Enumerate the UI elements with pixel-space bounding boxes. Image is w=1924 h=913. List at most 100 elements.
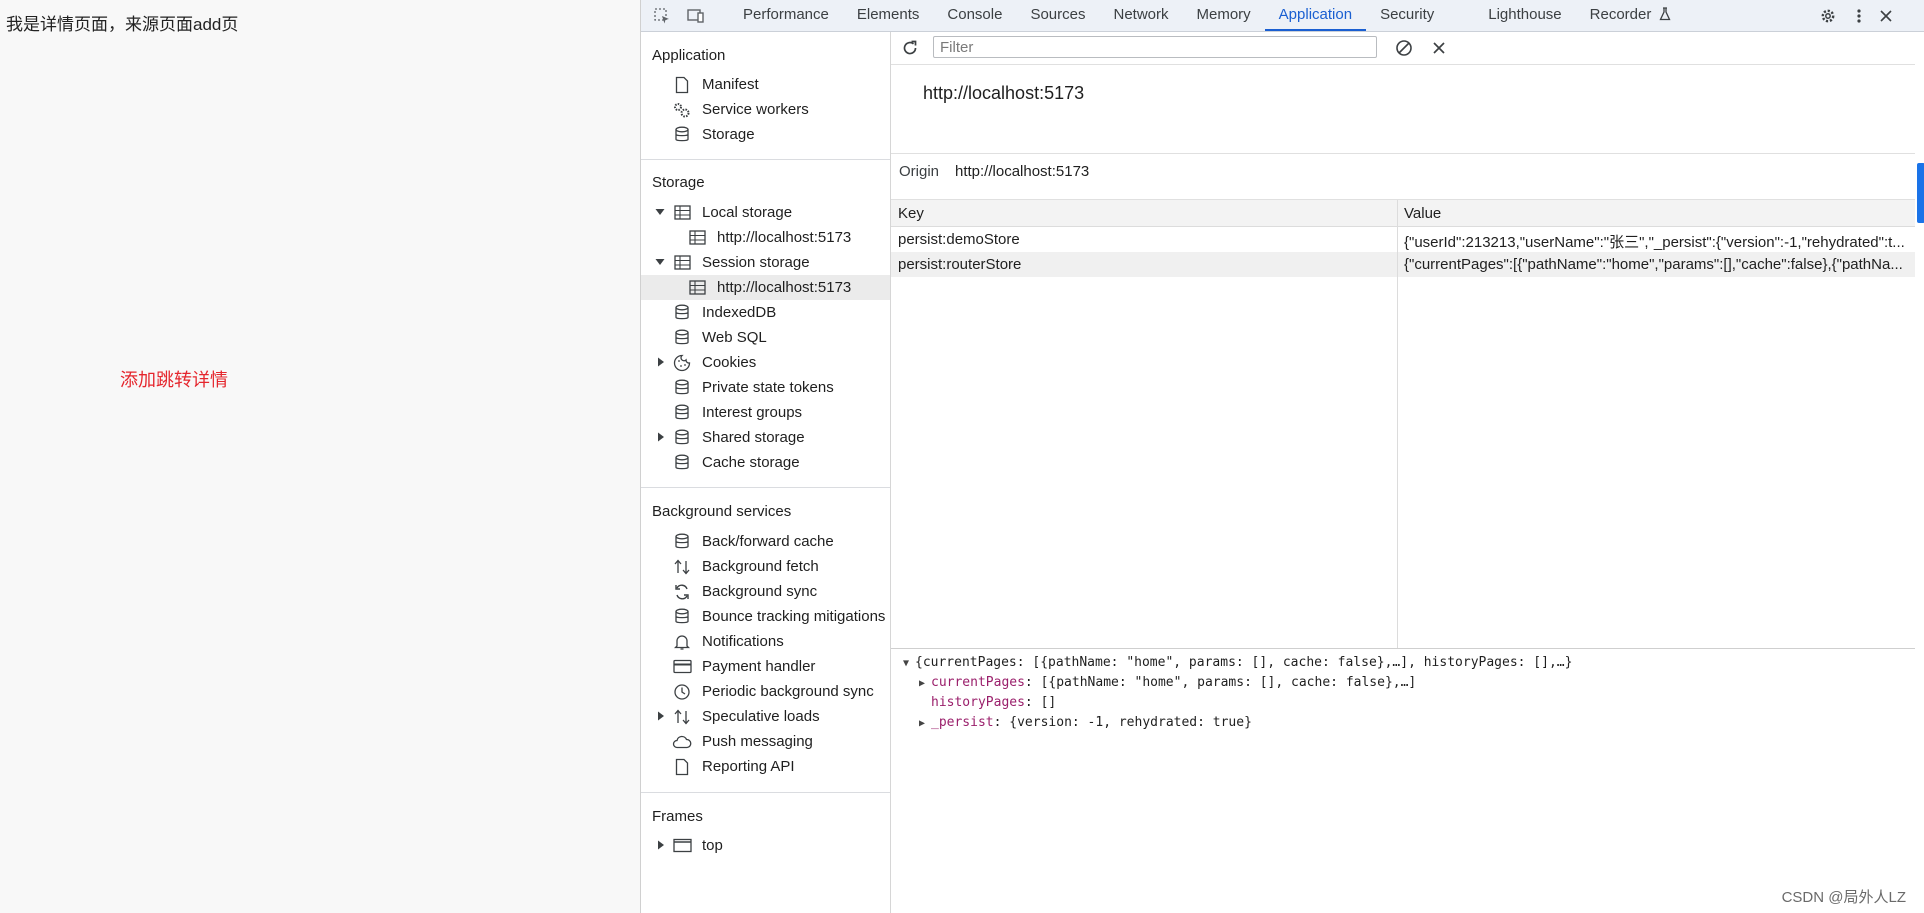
expanded-triangle-icon[interactable]: ▼ bbox=[903, 655, 915, 673]
expanded-arrow-icon[interactable] bbox=[654, 204, 666, 220]
sidebar-item-private-state-tokens[interactable]: Private state tokens bbox=[641, 375, 890, 400]
sidebar-item-session-storage[interactable]: Session storage bbox=[641, 250, 890, 275]
column-header-value[interactable]: Value bbox=[1404, 205, 1441, 222]
sidebar-item-frame-top[interactable]: top bbox=[641, 833, 890, 858]
collapsed-arrow-icon[interactable] bbox=[655, 354, 667, 370]
collapsed-arrow-icon[interactable] bbox=[655, 429, 667, 445]
section-application-title: Application bbox=[652, 47, 726, 64]
table-row[interactable]: persist:routerStore {"currentPages":[{"p… bbox=[891, 252, 1915, 277]
sidebar-item-label: http://localhost:5173 bbox=[717, 279, 852, 296]
sidebar-item-label: Cache storage bbox=[702, 454, 800, 471]
column-divider[interactable] bbox=[1397, 200, 1398, 648]
table-icon bbox=[687, 228, 707, 247]
tab-elements[interactable]: Elements bbox=[843, 0, 934, 31]
sidebar-item-storage[interactable]: Storage bbox=[641, 122, 890, 147]
sidebar-item-indexeddb[interactable]: IndexedDB bbox=[641, 300, 890, 325]
preview-line[interactable]: ▶ _persist: {version: -1, rehydrated: tru… bbox=[919, 714, 1252, 732]
sidebar-item-background-sync[interactable]: Background sync bbox=[641, 579, 890, 604]
sidebar-item-local-storage[interactable]: Local storage bbox=[641, 200, 890, 225]
sidebar-item-label: Bounce tracking mitigations bbox=[702, 608, 886, 625]
tab-recorder[interactable]: Recorder bbox=[1576, 0, 1656, 31]
application-sidebar: Application Manifest Service workers Sto… bbox=[641, 32, 891, 913]
collapsed-arrow-icon[interactable] bbox=[655, 708, 667, 724]
preview-value: [{pathName: "home", params: [], cache: f… bbox=[1040, 675, 1417, 690]
collapsed-triangle-icon[interactable]: ▶ bbox=[919, 675, 931, 693]
tab-memory[interactable]: Memory bbox=[1183, 0, 1265, 31]
sync-icon bbox=[672, 582, 692, 601]
row-value: {"userId":213213,"userName":"张三","_persi… bbox=[1404, 234, 1905, 251]
sidebar-item-local-storage-origin[interactable]: http://localhost:5173 bbox=[641, 225, 890, 250]
tab-security[interactable]: Security bbox=[1366, 0, 1474, 31]
sidebar-item-label: Storage bbox=[702, 126, 755, 143]
sidebar-item-label: IndexedDB bbox=[702, 304, 777, 321]
sidebar-item-speculative-loads[interactable]: Speculative loads bbox=[641, 704, 890, 729]
collapsed-arrow-icon[interactable] bbox=[655, 837, 667, 853]
tab-sources[interactable]: Sources bbox=[1016, 0, 1099, 31]
add-jump-detail-link[interactable]: 添加跳转详情 bbox=[120, 366, 228, 392]
inspect-element-icon[interactable] bbox=[651, 5, 673, 27]
sidebar-item-label: Periodic background sync bbox=[702, 683, 874, 700]
sidebar-item-label: Manifest bbox=[702, 76, 759, 93]
sidebar-item-periodic-background-sync[interactable]: Periodic background sync bbox=[641, 679, 890, 704]
origin-header bbox=[891, 65, 1915, 154]
preview-key: currentPages bbox=[931, 675, 1025, 690]
tab-console[interactable]: Console bbox=[933, 0, 1016, 31]
storage-main-pane: http://localhost:5173 Origin http://loca… bbox=[891, 32, 1924, 913]
sidebar-item-label: Web SQL bbox=[702, 329, 767, 346]
section-storage-title: Storage bbox=[652, 174, 705, 191]
preview-summary[interactable]: ▼ {currentPages: [{pathName: "home", para… bbox=[903, 654, 1572, 672]
expanded-arrow-icon[interactable] bbox=[654, 254, 666, 270]
sidebar-item-shared-storage[interactable]: Shared storage bbox=[641, 425, 890, 450]
sidebar-item-label: Service workers bbox=[702, 101, 809, 118]
row-value: {"currentPages":[{"pathName":"home","par… bbox=[1404, 256, 1903, 273]
sidebar-item-reporting-api[interactable]: Reporting API bbox=[641, 754, 890, 779]
sidebar-item-push-messaging[interactable]: Push messaging bbox=[641, 729, 890, 754]
column-header-key[interactable]: Key bbox=[898, 205, 924, 222]
sidebar-item-payment-handler[interactable]: Payment handler bbox=[641, 654, 890, 679]
clear-all-icon[interactable] bbox=[1393, 37, 1415, 59]
sidebar-item-manifest[interactable]: Manifest bbox=[641, 72, 890, 97]
sidebar-item-notifications[interactable]: Notifications bbox=[641, 629, 890, 654]
tab-lighthouse[interactable]: Lighthouse bbox=[1474, 0, 1575, 31]
device-toolbar-icon[interactable] bbox=[685, 5, 707, 27]
settings-gear-icon[interactable] bbox=[1817, 5, 1839, 27]
section-divider bbox=[641, 792, 890, 793]
delete-selected-icon[interactable] bbox=[1428, 37, 1450, 59]
database-icon bbox=[672, 428, 692, 447]
preview-key: _persist bbox=[931, 715, 994, 730]
preview-value: {version: -1, rehydrated: true} bbox=[1009, 715, 1252, 730]
database-icon bbox=[672, 125, 692, 144]
sidebar-item-label: Cookies bbox=[702, 354, 757, 371]
sidebar-item-label: Reporting API bbox=[702, 758, 795, 775]
database-icon bbox=[672, 607, 692, 626]
table-row[interactable]: persist:demoStore {"userId":213213,"user… bbox=[891, 227, 1915, 252]
sidebar-item-web-sql[interactable]: Web SQL bbox=[641, 325, 890, 350]
sidebar-item-session-storage-origin[interactable]: http://localhost:5173 bbox=[641, 275, 890, 300]
tab-application[interactable]: Application bbox=[1264, 0, 1367, 31]
row-key: persist:routerStore bbox=[898, 256, 1022, 273]
tab-network[interactable]: Network bbox=[1099, 0, 1182, 31]
close-devtools-icon[interactable] bbox=[1875, 5, 1897, 27]
storage-toolbar bbox=[891, 32, 1915, 65]
sidebar-item-interest-groups[interactable]: Interest groups bbox=[641, 400, 890, 425]
refresh-icon[interactable] bbox=[899, 37, 921, 59]
table-icon bbox=[672, 203, 692, 222]
sidebar-item-cache-storage[interactable]: Cache storage bbox=[641, 450, 890, 475]
tab-performance[interactable]: Performance bbox=[729, 0, 843, 31]
file-icon bbox=[672, 757, 692, 776]
devtools-toolbar: Performance Elements Console Sources Net… bbox=[641, 0, 1924, 32]
origin-title: http://localhost:5173 bbox=[923, 83, 1085, 103]
sidebar-item-service-workers[interactable]: Service workers bbox=[641, 97, 890, 122]
table-header: Key Value bbox=[891, 200, 1915, 227]
sidebar-item-background-fetch[interactable]: Background fetch bbox=[641, 554, 890, 579]
preview-line[interactable]: ▶ currentPages: [{pathName: "home", param… bbox=[919, 674, 1416, 692]
collapsed-triangle-icon[interactable]: ▶ bbox=[919, 715, 931, 733]
sidebar-item-back-forward-cache[interactable]: Back/forward cache bbox=[641, 529, 890, 554]
filter-input[interactable] bbox=[933, 36, 1377, 58]
sidebar-item-bounce-tracking[interactable]: Bounce tracking mitigations bbox=[641, 604, 890, 629]
section-divider bbox=[641, 487, 890, 488]
sidebar-item-label: Shared storage bbox=[702, 429, 805, 446]
scrollbar-thumb[interactable] bbox=[1917, 163, 1924, 223]
sidebar-item-cookies[interactable]: Cookies bbox=[641, 350, 890, 375]
more-options-icon[interactable] bbox=[1848, 5, 1870, 27]
